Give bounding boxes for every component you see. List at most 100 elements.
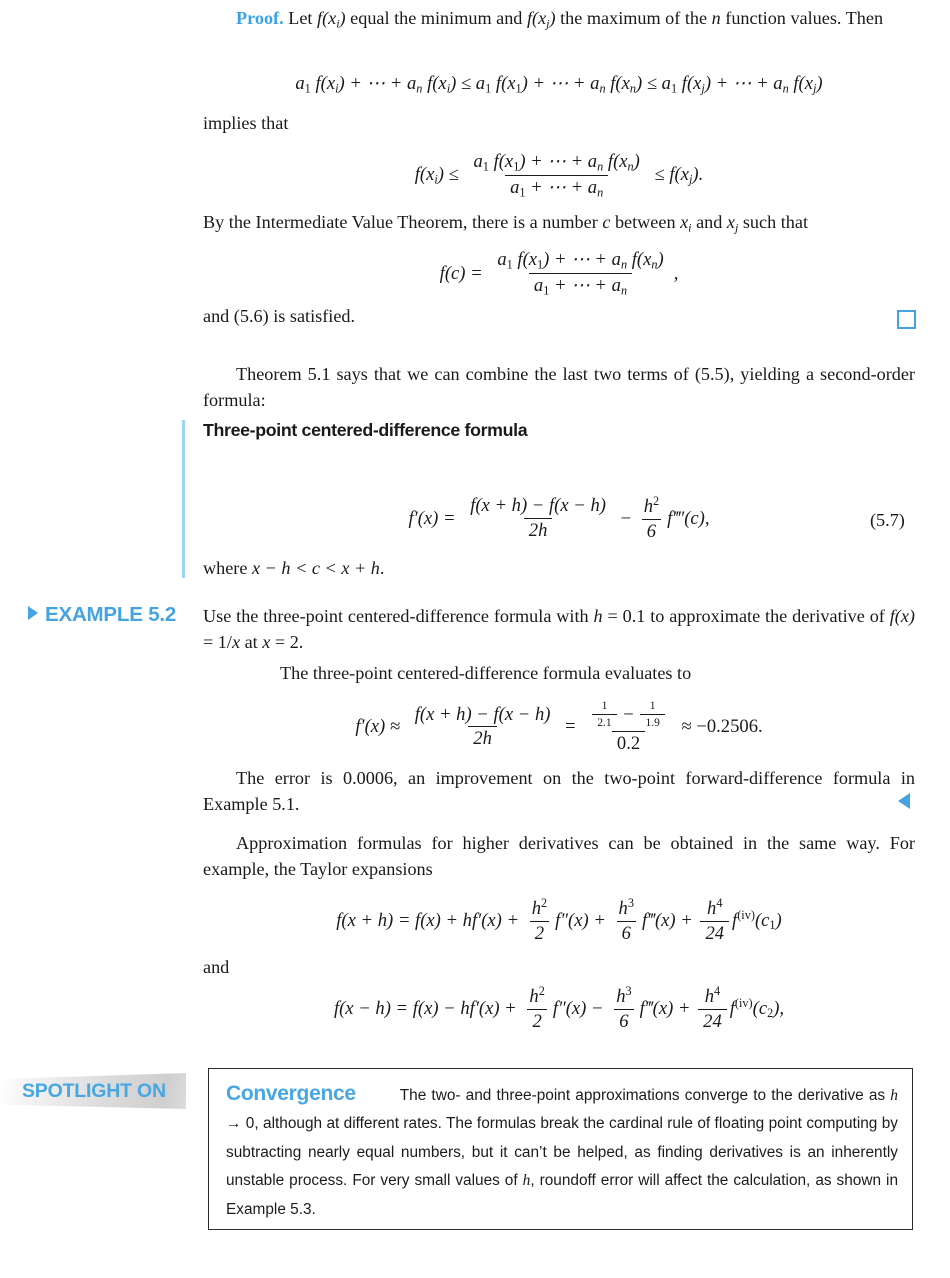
eq-chain-content: a1 f(xi) + ⋯ + an f(xi) ≤ a1 f(x1) + ⋯ +… [295,73,823,96]
equation-fc-definition: f(c) = a1 f(x1) + ⋯ + an f(xn) a1 + ⋯ + … [203,249,915,298]
fraction: a1 f(x1) + ⋯ + an f(xn) a1 + ⋯ + an [492,249,668,298]
fraction-denominator: 2 [527,1008,547,1033]
theorem-note-text: Theorem 5.1 says that we can combine the… [203,364,915,410]
h-var: h [890,1087,898,1104]
fraction: a1 f(x1) + ⋯ + an f(xn) a1 + ⋯ + an [468,151,644,200]
example-statement-paragraph: Use the three-point centered-difference … [203,604,915,655]
fraction-denominator: 2h [523,517,553,542]
eq-row: f(x + h) = f(x) + hf′(x) + h2 2 f″(x) + … [203,896,915,945]
fraction-denominator: 2.1 [592,713,617,730]
third-derivative-term: f‴′(c), [667,507,710,529]
textbook-page: Proof. Let f(xi) equal the minimum and f… [0,0,950,1278]
equation-mean-value-bounds: f(xi) ≤ a1 f(x1) + ⋯ + an f(xn) a1 + ⋯ +… [203,151,915,200]
ivt-text-b: between [610,212,681,232]
third-derivative-term: f‴(x) + [641,909,698,931]
second-derivative-term: f″(x) + [555,909,611,931]
fraction-numerator: h4 [704,984,721,1007]
spotlight-body-a: The two- and three-point approximations … [399,1087,891,1104]
eq-row: f(c) = a1 f(x1) + ⋯ + an f(xn) a1 + ⋯ + … [203,249,915,298]
spotlight-on-label: SPOTLIGHT ON [22,1080,166,1102]
example-text-d: . [298,631,304,652]
open-square-icon [897,310,916,329]
proof-text-e: function values. Then [720,8,884,28]
fraction-numerator: h3 [618,896,634,919]
fraction-numerator: h4 [707,896,723,919]
fraction-numerator: 1 2.1 − 1 1.9 [585,700,672,731]
fraction-1-over-1-9: 1 1.9 [640,700,665,730]
second-derivative-term: f″(x) − [552,997,609,1019]
fraction-denominator: 6 [641,518,662,543]
fraction-denominator: 24 [700,920,730,945]
taylor-and-line: and [203,957,230,977]
fraction-numerator: 1 [649,700,656,712]
fraction-denominator: 24 [698,1008,727,1033]
formula-where-line: where x − h < c < x + h. [203,556,915,582]
fraction-h2-over-2: h2 2 [524,984,549,1033]
triangle-right-icon [28,605,38,620]
lhs: f′(x) ≈ [355,716,405,738]
fraction-h2-over-2: h2 2 [527,896,552,945]
x-value: x = 2 [262,631,299,652]
example-text-c: at [240,631,263,652]
third-derivative-term: f‴(x) + [639,997,696,1019]
proof-text-b: Let [288,8,317,28]
fraction-h3-over-6: h3 6 [614,896,639,945]
taylor-intro-paragraph: Approximation formulas for higher deriva… [203,831,915,882]
lhs: f(xi) ≤ [414,164,464,187]
spotlight-title: Convergence [226,1082,356,1105]
proof-text-d: the maximum of the [555,8,712,28]
minus-sign: − [618,703,639,725]
fraction-numeric: 1 2.1 − 1 1.9 0.2 [585,700,672,755]
equation-taylor-backward: f(x − h) = f(x) − hf′(x) + h2 2 f″(x) − … [203,984,915,1033]
equation-number-5-7: (5.7) [870,510,905,530]
spotlight-box: Convergence The two- and three-point appr… [208,1068,913,1230]
n-var: n [711,8,721,28]
fraction-numerator: f(x + h) − f(x − h) [470,494,606,516]
example-label: EXAMPLE 5.2 [28,603,176,627]
theorem-note-paragraph: Theorem 5.1 says that we can combine the… [203,362,915,413]
fraction-numerator: a1 f(x1) + ⋯ + an f(xn) [473,151,640,174]
eq-row: f′(x) ≈ f(x + h) − f(x − h) 2h = 1 2.1 −… [203,700,915,755]
fraction-difference-quotient: f(x + h) − f(x − h) 2h [410,703,556,751]
eq-row: f(x − h) = f(x) − hf′(x) + h2 2 f″(x) − … [203,984,915,1033]
fraction-numerator: h3 [616,984,632,1007]
result-value: −0.2506 [696,716,758,738]
approx-result: ≈ −0.2506. [676,716,763,738]
ivt-text-c: and [691,212,727,232]
example-text-a: Use the three-point centered-difference … [203,606,594,626]
fraction-denominator: a1 + ⋯ + an [505,175,609,200]
fourth-derivative-term: f(iv)(c1) [732,908,782,933]
ivt-paragraph: By the Intermediate Value Theorem, there… [203,210,915,241]
satisfied-line: and (5.6) is satisfied. [203,306,356,326]
where-text: where x − h < c < x + h. [203,558,385,578]
fraction-denominator: 6 [616,920,636,945]
fraction-numerator: 1 [601,700,608,712]
minus-sign: − [615,507,636,529]
fraction-h4-over-24: h4 24 [700,896,730,945]
proof-paragraph: Proof. Let f(xi) equal the minimum and f… [203,6,915,37]
formula-box-heading: Three-point centered-difference formula [203,420,528,440]
rhs: ≤ f(xj). [649,164,704,187]
equation-chain-inequality: a1 f(xi) + ⋯ + an f(xi) ≤ a1 f(x1) + ⋯ +… [203,73,915,96]
fraction-denominator: 2 [529,920,550,945]
evaluates-text: The three-point centered-difference form… [280,663,692,683]
lhs: f(x − h) = f(x) − hf′(x) + [333,997,522,1019]
x-var-2: xj [538,8,550,31]
fraction-numerator: h2 [643,494,660,517]
ivt-text-d: such that [738,212,809,232]
fraction-numerator: h2 [529,984,545,1007]
example-label-text: EXAMPLE 5.2 [45,603,177,626]
eq-row: f′(x) = f(x + h) − f(x − h) 2h − h2 6 f‴… [203,494,915,543]
example-error-paragraph: The error is 0.0006, an improvement on t… [203,766,915,817]
fraction-denominator: 6 [614,1008,634,1033]
fraction-numerator: a1 f(x1) + ⋯ + an f(xn) [497,249,664,272]
lhs: f(x + h) = f(x) + hf′(x) + [336,909,524,931]
equals-sign: = [560,716,581,738]
fraction-1-over-2-1: 1 2.1 [592,700,617,730]
equation-taylor-forward: f(x + h) = f(x) + hf′(x) + h2 2 f″(x) + … [203,896,915,945]
fraction-numerator: f(x + h) − f(x − h) [414,703,551,725]
h-value: h = 0.1 [593,606,646,626]
fraction-denominator: 0.2 [611,730,646,755]
fraction-difference-quotient: f(x + h) − f(x − h) 2h [465,494,611,542]
implies-that-line: implies that [203,113,289,133]
